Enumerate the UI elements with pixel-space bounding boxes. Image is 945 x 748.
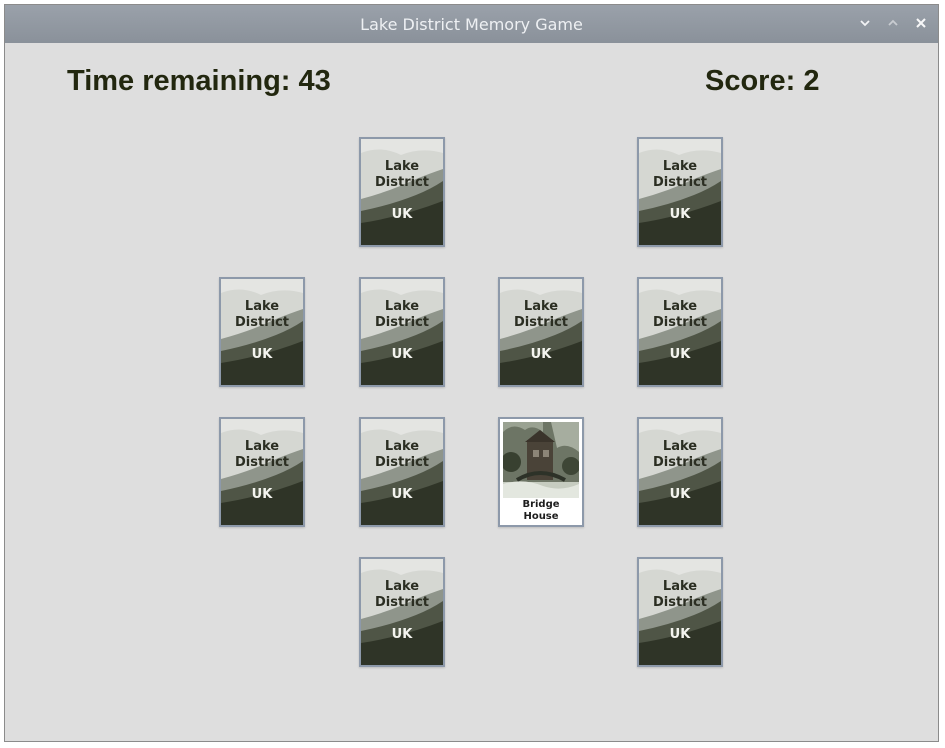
card-back-line-uk: UK	[669, 487, 691, 502]
card-back-line-lake: Lake	[244, 299, 280, 314]
card-back-line-lake: Lake	[384, 159, 420, 174]
card-face-down[interactable]: Lake District UK	[498, 277, 584, 387]
maximize-icon	[888, 19, 898, 26]
card-back-line-district: District	[375, 175, 429, 190]
card-back-line-uk: UK	[530, 347, 552, 362]
card-back-line-lake: Lake	[384, 579, 420, 594]
card-back-line-uk: UK	[391, 627, 413, 642]
card-back-line-uk: UK	[251, 487, 273, 502]
card-photo	[503, 422, 579, 498]
card-back-line-lake: Lake	[662, 159, 698, 174]
card-back-scenery	[361, 139, 443, 245]
card-back-line-district: District	[653, 455, 707, 470]
score-label: Score: 2	[705, 65, 820, 97]
window-title: Lake District Memory Game	[360, 15, 583, 34]
window-controls	[856, 14, 930, 32]
minimize-button[interactable]	[856, 14, 874, 32]
card-back-scenery	[500, 279, 582, 385]
minimize-icon	[860, 20, 870, 27]
card-face-down[interactable]: Lake District UK	[637, 137, 723, 247]
card-back-line-lake: Lake	[662, 299, 698, 314]
card-back-line-uk: UK	[669, 627, 691, 642]
card-back-scenery	[639, 139, 721, 245]
card-back-line-lake: Lake	[384, 299, 420, 314]
card-back-scenery	[639, 419, 721, 525]
card-face-down[interactable]: Lake District UK	[637, 557, 723, 667]
card-back-line-uk: UK	[669, 207, 691, 222]
maximize-button[interactable]	[884, 14, 902, 32]
card-back-title: Lake District	[361, 159, 443, 191]
card-face-up[interactable]: Bridge House	[498, 417, 584, 527]
card-back-scenery	[361, 559, 443, 665]
card-back-line-district: District	[653, 175, 707, 190]
card-back-line-lake: Lake	[662, 579, 698, 594]
card-face-down[interactable]: Lake District UK	[637, 417, 723, 527]
close-button[interactable]	[912, 14, 930, 32]
card-back-scenery	[361, 419, 443, 525]
card-back-title: Lake District	[361, 579, 443, 611]
card-caption-line: House	[523, 511, 559, 522]
card-back-line-uk: UK	[391, 347, 413, 362]
card-face-down[interactable]: Lake District UK	[359, 417, 445, 527]
card-back-scenery	[361, 279, 443, 385]
time-remaining-label: Time remaining: 43	[67, 65, 331, 97]
card-back-scenery	[221, 419, 303, 525]
card-back-line-lake: Lake	[384, 439, 420, 454]
card-back-scenery	[221, 279, 303, 385]
card-back-title: Lake District	[361, 299, 443, 331]
card-back-title: Lake District	[639, 159, 721, 191]
card-back-title: Lake District	[500, 299, 582, 331]
card-face-down[interactable]: Lake District UK	[359, 277, 445, 387]
card-back-line-uk: UK	[669, 347, 691, 362]
card-back-line-lake: Lake	[244, 439, 280, 454]
card-back-line-district: District	[235, 315, 289, 330]
close-icon	[916, 18, 926, 28]
card-face-down[interactable]: Lake District UK	[637, 277, 723, 387]
card-face-down[interactable]: Lake District UK	[359, 137, 445, 247]
card-back-title: Lake District	[639, 299, 721, 331]
card-back-line-district: District	[375, 455, 429, 470]
card-caption: Bridge House	[500, 499, 582, 523]
card-back-title: Lake District	[361, 439, 443, 471]
card-back-title: Lake District	[639, 439, 721, 471]
card-back-title: Lake District	[639, 579, 721, 611]
card-back-line-lake: Lake	[662, 439, 698, 454]
card-back-scenery	[639, 559, 721, 665]
card-back-line-uk: UK	[391, 207, 413, 222]
card-back-line-district: District	[375, 315, 429, 330]
card-back-line-district: District	[235, 455, 289, 470]
card-back-line-uk: UK	[391, 487, 413, 502]
card-back-line-district: District	[375, 595, 429, 610]
card-face-down[interactable]: Lake District UK	[219, 417, 305, 527]
card-face-down[interactable]: Lake District UK	[219, 277, 305, 387]
card-back-title: Lake District	[221, 299, 303, 331]
game-window: Lake District Memory Game Time remaining…	[4, 4, 939, 742]
card-back-line-district: District	[514, 315, 568, 330]
card-back-line-district: District	[653, 315, 707, 330]
card-back-line-uk: UK	[251, 347, 273, 362]
card-back-scenery	[639, 279, 721, 385]
card-back-line-lake: Lake	[523, 299, 559, 314]
card-back-title: Lake District	[221, 439, 303, 471]
card-caption-line: Bridge	[522, 499, 560, 510]
card-face-down[interactable]: Lake District UK	[359, 557, 445, 667]
title-bar[interactable]: Lake District Memory Game	[5, 5, 938, 43]
card-back-line-district: District	[653, 595, 707, 610]
